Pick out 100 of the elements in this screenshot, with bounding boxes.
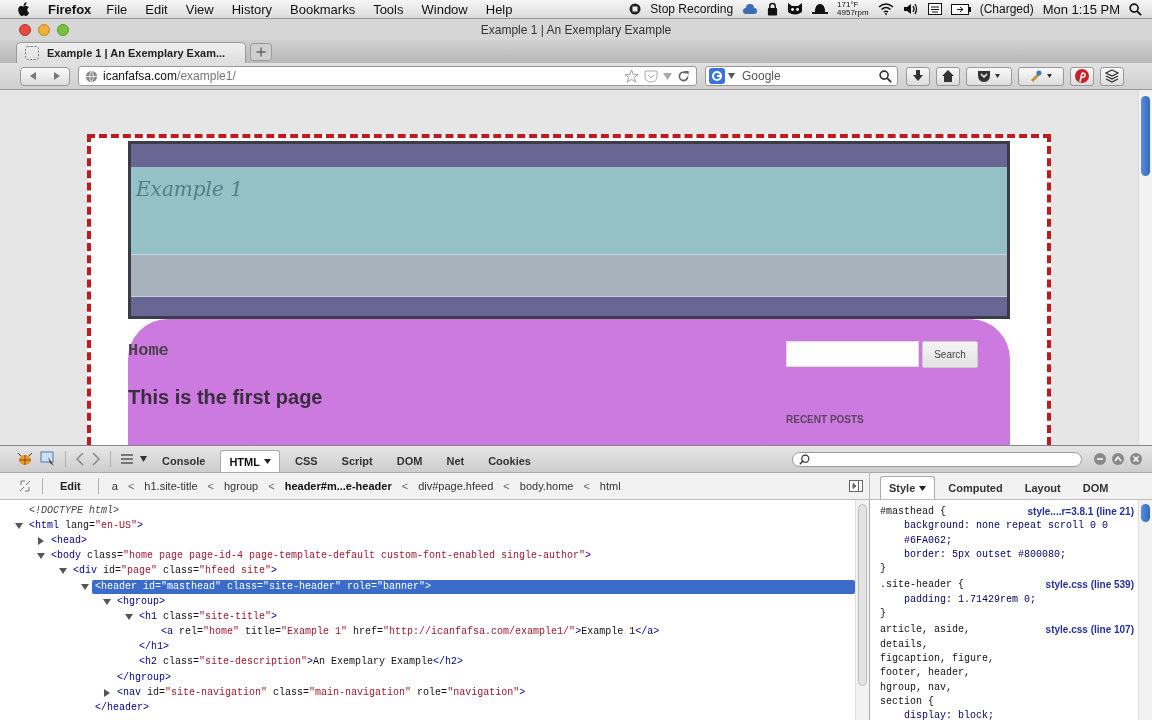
breadcrumb[interactable]: a — [109, 480, 120, 492]
minimize-button[interactable] — [1094, 453, 1106, 465]
star-icon[interactable] — [624, 69, 639, 83]
scrollbar[interactable] — [1138, 90, 1152, 445]
bug-icon[interactable] — [16, 451, 34, 467]
addon-button[interactable] — [1018, 66, 1064, 86]
menu-item[interactable]: Bookmarks — [290, 1, 356, 17]
scrollbar[interactable] — [855, 500, 869, 720]
search-input[interactable] — [786, 341, 919, 367]
breadcrumb[interactable]: header#m...e-header — [282, 480, 394, 492]
menu-item[interactable]: Help — [485, 1, 513, 17]
reload-icon[interactable] — [677, 69, 690, 83]
menu-item[interactable]: File — [106, 1, 128, 17]
css-declaration[interactable]: padding: 1.71429rem 0; — [880, 592, 1037, 608]
breadcrumb[interactable]: div#page.hfeed — [416, 480, 496, 492]
layers-button[interactable] — [1100, 66, 1124, 86]
new-tab-button[interactable] — [250, 43, 272, 61]
speaker-icon[interactable] — [902, 3, 919, 15]
stop-icon[interactable] — [629, 3, 642, 15]
wifi-icon[interactable] — [877, 3, 894, 15]
list-icon[interactable] — [120, 453, 134, 465]
collapsed-triangle-icon[interactable] — [36, 535, 46, 546]
scrollbar[interactable] — [1138, 500, 1152, 720]
html-tree-node[interactable]: <html lang="en-US"> — [26, 518, 855, 533]
html-tree-node[interactable]: <head> — [48, 533, 855, 548]
cat-face-icon[interactable] — [787, 2, 804, 16]
side-panel-tab[interactable]: Computed — [939, 476, 1012, 499]
panel-tab[interactable]: Script — [332, 450, 382, 472]
html-tree-node[interactable]: <header id="masthead" class="site-header" role="banner"> — [92, 579, 855, 594]
html-tree-node[interactable]: <div id="page" class="hfeed site"> — [70, 564, 855, 579]
html-tree-node[interactable]: <hgroup> — [114, 594, 855, 609]
search-icon[interactable] — [879, 69, 892, 83]
keyboard-icon[interactable] — [927, 3, 942, 15]
breadcrumb[interactable]: body.home — [517, 480, 576, 492]
expanded-triangle-icon[interactable] — [14, 520, 24, 531]
menu-item[interactable]: Window — [421, 1, 468, 17]
close-window-button[interactable] — [19, 23, 31, 36]
scrollbar-thumb[interactable] — [858, 504, 867, 686]
browser-tab[interactable]: Example 1 | An Exemplary Exam... — [16, 42, 246, 63]
forward-arrow-icon[interactable] — [52, 71, 62, 81]
html-tree-node[interactable]: </header> — [92, 701, 855, 716]
panel-tab[interactable]: Net — [437, 450, 474, 472]
search-engine-icon[interactable] — [709, 68, 725, 84]
source-link[interactable]: style....r=3.8.1 (line 21) — [1027, 505, 1134, 520]
html-tree-node[interactable]: </h1> — [136, 640, 855, 655]
menu-item[interactable]: Edit — [145, 1, 168, 17]
back-arrow-icon[interactable] — [28, 71, 38, 81]
breadcrumb[interactable]: hgroup — [222, 480, 261, 492]
html-tree-node[interactable]: <h2 class="site-description">An Exemplary Example</h2> — [136, 655, 855, 670]
html-tree-node[interactable]: </hgroup> — [114, 670, 855, 685]
caret-icon[interactable] — [263, 459, 271, 464]
css-declaration[interactable]: display: block; — [880, 709, 994, 720]
search-button[interactable]: Search — [922, 341, 978, 368]
panel-tab[interactable]: HTML — [220, 450, 280, 472]
breadcrumb[interactable]: h1.site-title — [142, 480, 200, 492]
app-menu[interactable]: Firefox — [48, 1, 92, 17]
clock[interactable]: Mon 1:15 PM — [1042, 1, 1120, 17]
html-tree-node[interactable]: <nav id="site-navigation" class="main-navigation" role="navigation"> — [114, 685, 855, 700]
cloud-icon[interactable] — [742, 2, 759, 16]
side-panel-tab[interactable]: DOM — [1073, 476, 1118, 499]
panel-tab[interactable]: DOM — [387, 450, 432, 472]
download-button[interactable] — [906, 66, 930, 86]
search-icon[interactable] — [1129, 2, 1142, 16]
expand-icon[interactable] — [19, 480, 31, 492]
home-button[interactable] — [936, 66, 960, 86]
html-tree-node[interactable]: <h1 class="site-title"> — [136, 609, 855, 624]
dropdown-arrow-icon[interactable] — [140, 456, 147, 462]
lock-icon[interactable] — [767, 2, 779, 16]
css-declaration[interactable]: border: 5px outset #800080; — [880, 547, 1067, 563]
search-bar[interactable]: Google — [705, 66, 898, 86]
scrollbar-thumb[interactable] — [1141, 96, 1150, 176]
css-declaration[interactable]: background: none repeat scroll 0 0 #6FA062; — [880, 519, 1134, 548]
side-panel-tab[interactable]: Style — [880, 476, 936, 499]
breadcrumb[interactable]: html — [597, 480, 623, 492]
battery-icon[interactable] — [950, 3, 971, 15]
side-panel-toggle-icon[interactable] — [849, 480, 863, 492]
pocket-button[interactable] — [966, 66, 1012, 86]
html-tree-node[interactable]: <a rel="home" title="Example 1" href="http://icanfafsa.com/example1/">Example 1</a> — [158, 625, 855, 640]
dropdown-arrow-icon[interactable] — [728, 73, 735, 79]
panel-tab[interactable]: Cookies — [479, 450, 540, 472]
expanded-triangle-icon[interactable] — [102, 596, 112, 607]
expanded-triangle-icon[interactable] — [80, 581, 90, 592]
address-bar[interactable]: icanfafsa.com/example1/ — [78, 66, 697, 86]
inspect-icon[interactable] — [40, 451, 56, 467]
apple-logo-icon[interactable] — [18, 1, 31, 17]
collapsed-triangle-icon[interactable] — [102, 687, 112, 698]
expanded-triangle-icon[interactable] — [124, 611, 134, 622]
panel-tab[interactable]: CSS — [285, 450, 327, 472]
search-field[interactable] — [792, 451, 1082, 467]
source-link[interactable]: style.css (line 539) — [1045, 578, 1134, 593]
edit-button[interactable]: Edit — [54, 480, 87, 492]
detach-button[interactable] — [1112, 453, 1124, 465]
html-tree-node[interactable]: <body class="home page page-id-4 page-template-default custom-font-enabled single-author"> — [48, 549, 855, 564]
menu-item[interactable]: History — [231, 1, 273, 17]
hat-icon[interactable] — [812, 3, 829, 15]
stop-recording-item[interactable]: Stop Recording — [650, 2, 734, 16]
close-button[interactable] — [1130, 453, 1142, 465]
menu-item[interactable]: View — [185, 1, 214, 17]
back-forward-buttons[interactable] — [20, 66, 70, 86]
html-tree-node[interactable]: <!DOCTYPE html> — [26, 503, 855, 518]
